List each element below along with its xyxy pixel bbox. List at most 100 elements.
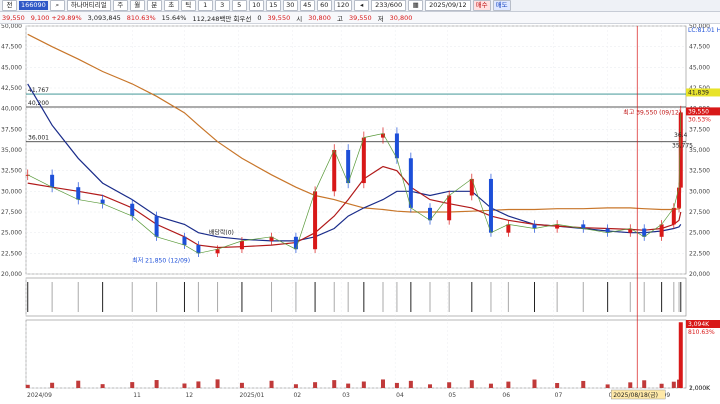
y-tick-label-left: 45,000	[1, 64, 22, 71]
x-tick-label: 12	[185, 392, 193, 399]
toolbar: 전 166090 ⌕ 하나머티리얼 주 월 분 초 틱 1 3 5 10 15 …	[0, 0, 720, 12]
interval-1[interactable]: 1	[197, 0, 213, 11]
volume-bar	[659, 383, 664, 388]
volume-bar	[346, 383, 351, 388]
period-day[interactable]: 주	[112, 0, 128, 11]
sell-order-button[interactable]: 매도	[492, 0, 511, 11]
stock-name-field[interactable]: 하나머티리얼	[66, 0, 111, 11]
y-tick-label-left: 20,000	[1, 271, 22, 278]
interval-120[interactable]: 120	[333, 0, 353, 11]
y-tick-label-right: 37,500	[689, 126, 710, 133]
candle-body	[130, 203, 135, 217]
x-tick-label: 05	[448, 392, 456, 399]
y-tick-label-left: 35,000	[1, 147, 22, 154]
y-tick-label-right: 30,000	[689, 188, 710, 195]
candle-body	[332, 150, 337, 192]
candle-body	[154, 216, 159, 237]
candle-body	[182, 236, 187, 246]
volume-bar	[154, 380, 159, 388]
volume-bar	[628, 382, 633, 388]
interval-10[interactable]: 10	[248, 0, 264, 11]
volume-bar	[361, 381, 366, 388]
y-tick-label-left: 37,500	[1, 126, 22, 133]
candle-body	[293, 236, 298, 250]
candle-body	[394, 133, 399, 159]
volume-bar	[678, 322, 683, 388]
y-tick-label-right: 22,500	[689, 250, 710, 257]
open-value: 30,800	[308, 13, 331, 22]
volume-bar	[332, 380, 337, 388]
calendar-icon[interactable]: ▦	[408, 0, 424, 11]
zero-value: 0	[257, 13, 262, 22]
stock-code-field[interactable]: 166090	[19, 1, 48, 10]
candle-body	[659, 224, 664, 237]
volume-bar	[555, 383, 560, 388]
highlight-date-label: 2025/08/18(금)	[613, 392, 658, 399]
volume-bar	[380, 379, 385, 388]
volume-bar	[182, 383, 187, 388]
interval-5[interactable]: 5	[231, 0, 247, 11]
volume-bar	[671, 381, 676, 388]
right-label: 30.53%	[688, 116, 711, 123]
low-label: 저	[377, 14, 384, 23]
close-value: 39,550	[267, 13, 291, 22]
interval-45[interactable]: 45	[299, 0, 315, 11]
volume-bar	[100, 384, 105, 388]
period-minute[interactable]: 초	[163, 0, 179, 11]
dividend-annotation: 배당락(0)	[209, 228, 234, 236]
volume-bar	[313, 382, 318, 388]
candle-body	[488, 178, 493, 233]
y-tick-label-left: 27,500	[1, 209, 22, 216]
high-annotation: 최고 39,550 (09/12)	[623, 108, 681, 116]
period-week[interactable]: 월	[129, 0, 145, 11]
unit-selector[interactable]: 전	[2, 0, 17, 11]
signal-pane	[25, 277, 687, 317]
interval-30[interactable]: 30	[282, 0, 298, 11]
y-tick-label-left: 40,000	[1, 106, 22, 113]
candle-body	[361, 137, 366, 184]
y-tick-label-left: 47,500	[1, 44, 22, 51]
y-tick-label-right: 27,500	[689, 209, 710, 216]
volume-bar	[469, 380, 474, 388]
price-change: 9,100 +29.89%	[30, 13, 82, 22]
volume-bar	[581, 380, 586, 388]
right-label: 41,839	[688, 89, 709, 96]
volume: 3,093,845	[87, 13, 121, 22]
candle-body	[239, 240, 244, 250]
current-price: 39,550	[2, 13, 25, 22]
interval-3[interactable]: 3	[214, 0, 230, 11]
buy-order-button[interactable]: 매수	[472, 0, 491, 11]
prev-icon[interactable]: ◂	[354, 0, 370, 11]
y-tick-label-left: 50,000	[1, 24, 22, 30]
high-label: 고	[336, 14, 343, 23]
count-field[interactable]: 233/600	[371, 0, 407, 11]
date-field[interactable]: 2025/09/12	[425, 0, 471, 11]
volume-top-pct: 810.63%	[688, 329, 715, 336]
x-tick-label: 02	[293, 392, 301, 399]
interval-15[interactable]: 15	[265, 0, 281, 11]
high-value: 39,550	[348, 13, 372, 22]
volume-bar	[532, 379, 537, 388]
y-tick-label-left: 32,500	[1, 168, 22, 175]
volume-bar	[25, 384, 30, 388]
candle-body	[447, 195, 452, 221]
x-tick-label: 06	[502, 392, 510, 399]
y-tick-label-left: 22,500	[1, 250, 22, 257]
right-label: 36.4	[674, 132, 688, 139]
top-right-label: LC:81.01 HC:0.00	[688, 27, 720, 34]
candle-body	[313, 191, 318, 250]
search-icon[interactable]: ⌕	[49, 0, 65, 11]
volume-pct: 810.63%	[126, 13, 156, 22]
annotation-label: 36,001	[28, 135, 49, 142]
quote-bar: 39,550 9,100 +29.89% 3,093,845 810.63% 1…	[0, 12, 720, 24]
volume-bar	[428, 384, 433, 388]
candle-body	[76, 187, 81, 200]
volume-bar	[215, 379, 220, 388]
interval-60[interactable]: 60	[316, 0, 332, 11]
volume-bar	[506, 381, 511, 388]
amount: 112,248백만 회우선	[192, 14, 252, 23]
stock-chart[interactable]: 50,000 50,00047,500 47,50045,000 45,00042,5…	[0, 24, 720, 404]
period-tick[interactable]: 틱	[180, 0, 196, 11]
period-month[interactable]: 분	[146, 0, 162, 11]
candle-body	[50, 174, 55, 188]
